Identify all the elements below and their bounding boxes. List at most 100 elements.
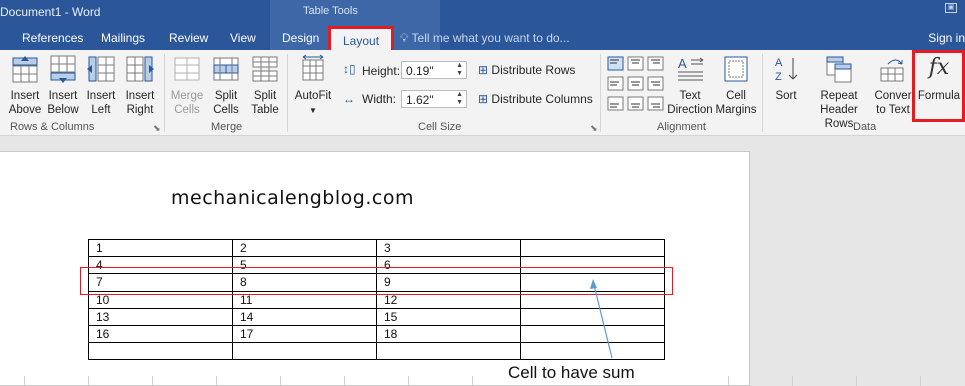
table-cell[interactable] xyxy=(376,342,521,361)
table-cell[interactable] xyxy=(520,342,665,361)
tab-design[interactable]: Design xyxy=(282,31,319,45)
table-cell[interactable]: 15 xyxy=(376,307,521,326)
table-cell[interactable]: 16 xyxy=(88,324,233,344)
separator xyxy=(762,54,763,132)
alignment-grid xyxy=(607,56,665,119)
merge-cells-button[interactable]: Merge Cells xyxy=(168,54,206,117)
sign-in-link[interactable]: Sign in xyxy=(928,31,965,45)
spinner-arrows-icon[interactable]: ▲ ▼ xyxy=(456,91,463,107)
lightbulb-icon: 💡︎ xyxy=(400,31,409,45)
spinner-arrows-icon[interactable]: ▲ ▼ xyxy=(456,62,463,78)
table-row: 16 17 18 xyxy=(88,324,665,344)
tell-me-placeholder: Tell me what you want to do... xyxy=(411,31,570,45)
height-field[interactable]: 0.19" ▲ ▼ xyxy=(401,61,467,79)
distribute-columns-button[interactable]: ⊞ Distribute Columns xyxy=(478,92,593,106)
table-cell[interactable]: 2 xyxy=(232,238,377,258)
table-row: 1 2 3 xyxy=(88,238,665,258)
table-cell[interactable]: 13 xyxy=(88,307,233,326)
table-cell[interactable]: 17 xyxy=(232,324,377,344)
split-table-button[interactable]: Split Table xyxy=(247,54,283,117)
height-value: 0.19" xyxy=(406,64,434,78)
ribbon-display-options-icon[interactable]: ▣ xyxy=(945,3,957,13)
text-direction-icon: A xyxy=(678,56,704,81)
insert-above-label-2: Above xyxy=(8,104,42,116)
separator xyxy=(164,54,165,132)
text-direction-label-1: Text xyxy=(679,90,701,102)
tab-view[interactable]: View xyxy=(230,31,256,45)
sort-button[interactable]: A Z Sort xyxy=(770,54,802,103)
word-table[interactable]: 1 2 3 4 5 6 7 8 9 10 11 12 13 14 15 16 1… xyxy=(88,238,665,361)
insert-left-button[interactable]: Insert Left xyxy=(84,54,118,117)
table-row xyxy=(88,342,665,361)
sort-label: Sort xyxy=(775,90,797,102)
height-label: Height: xyxy=(362,64,401,78)
width-field[interactable]: 1.62" ▲ ▼ xyxy=(401,90,467,108)
sort-icon: A Z xyxy=(775,57,798,83)
table-cell[interactable]: 18 xyxy=(376,324,521,344)
document-title: Document1 - Word xyxy=(0,5,101,19)
cell-size-launcher-icon[interactable]: ⬊ xyxy=(590,123,598,134)
tab-review[interactable]: Review xyxy=(169,31,208,45)
width-value: 1.62" xyxy=(406,93,434,107)
cell-margins-label-1: Cell xyxy=(726,90,746,102)
split-cells-icon xyxy=(213,57,239,81)
distribute-rows-button[interactable]: ⊞ Distribute Rows xyxy=(478,63,575,77)
cell-alignment-icons[interactable] xyxy=(607,56,665,114)
split-table-label-2: Table xyxy=(251,104,279,116)
row-highlight-box xyxy=(80,267,673,295)
cell-margins-icon xyxy=(724,56,748,82)
convert-to-text-icon xyxy=(880,59,904,82)
split-table-icon xyxy=(252,56,278,82)
merge-group-label: Merge xyxy=(211,121,243,133)
distribute-rows-icon: ⊞ xyxy=(478,63,489,77)
split-cells-label-1: Split xyxy=(214,90,238,102)
insert-right-label-1: Insert xyxy=(125,90,155,102)
table-cell[interactable] xyxy=(520,238,665,258)
convert-to-text-button[interactable]: Conver to Text xyxy=(873,54,913,117)
table-cell[interactable]: 14 xyxy=(232,307,377,326)
table-cell[interactable]: 3 xyxy=(376,238,521,258)
formula-highlight-box xyxy=(912,50,965,122)
tab-layout[interactable]: Layout xyxy=(328,26,395,50)
insert-left-icon xyxy=(87,56,115,82)
text-direction-button[interactable]: A Text Direction xyxy=(667,54,713,117)
table-row-height-icon: ↕▯ xyxy=(343,62,356,76)
text-direction-label-2: Direction xyxy=(667,104,713,116)
table-cell[interactable] xyxy=(520,307,665,326)
table-cell[interactable] xyxy=(232,342,377,361)
tab-mailings[interactable]: Mailings xyxy=(101,31,145,45)
cell-margins-button[interactable]: Cell Margins xyxy=(714,54,758,117)
table-cell[interactable] xyxy=(520,324,665,344)
rows-columns-group-label: Rows & Columns xyxy=(10,121,95,133)
insert-below-label-1: Insert xyxy=(48,90,78,102)
tab-references[interactable]: References xyxy=(22,31,83,45)
insert-below-label-2: Below xyxy=(47,104,79,116)
alignment-group-label: Alignment xyxy=(657,121,706,133)
table-cell[interactable]: 1 xyxy=(88,238,233,258)
insert-below-icon xyxy=(50,55,76,83)
tell-me-search[interactable]: 💡︎ Tell me what you want to do... xyxy=(400,31,570,46)
distribute-columns-label: Distribute Columns xyxy=(491,92,593,106)
ribbon: Insert Above Insert Below Insert Left In… xyxy=(0,50,965,136)
insert-right-button[interactable]: Insert Right xyxy=(122,54,158,117)
svg-text:A: A xyxy=(775,57,783,69)
merge-cells-icon xyxy=(174,57,200,81)
distribute-rows-label: Distribute Rows xyxy=(491,63,576,77)
autofit-icon xyxy=(302,54,324,81)
merge-cells-label-1: Merge xyxy=(170,90,204,102)
autofit-button[interactable]: AutoFit ▼ xyxy=(292,54,334,118)
repeat-header-rows-button[interactable]: Repeat Header Rows xyxy=(806,54,872,131)
split-cells-label-2: Cells xyxy=(213,104,239,116)
insert-below-button[interactable]: Insert Below xyxy=(46,54,80,117)
data-group-label: Data xyxy=(853,121,877,133)
table-cell[interactable] xyxy=(88,342,233,361)
document-heading: mechanicalengblog.com xyxy=(171,187,414,209)
split-cells-button[interactable]: Split Cells xyxy=(209,54,243,117)
insert-above-icon xyxy=(12,56,38,83)
svg-text:A: A xyxy=(678,56,687,71)
convert-to-text-label-1: Conver xyxy=(874,90,912,102)
repeat-header-rows-icon xyxy=(826,56,852,83)
insert-right-icon xyxy=(126,56,154,82)
insert-above-button[interactable]: Insert Above xyxy=(6,54,44,117)
rows-columns-launcher-icon[interactable]: ⬊ xyxy=(153,123,161,134)
